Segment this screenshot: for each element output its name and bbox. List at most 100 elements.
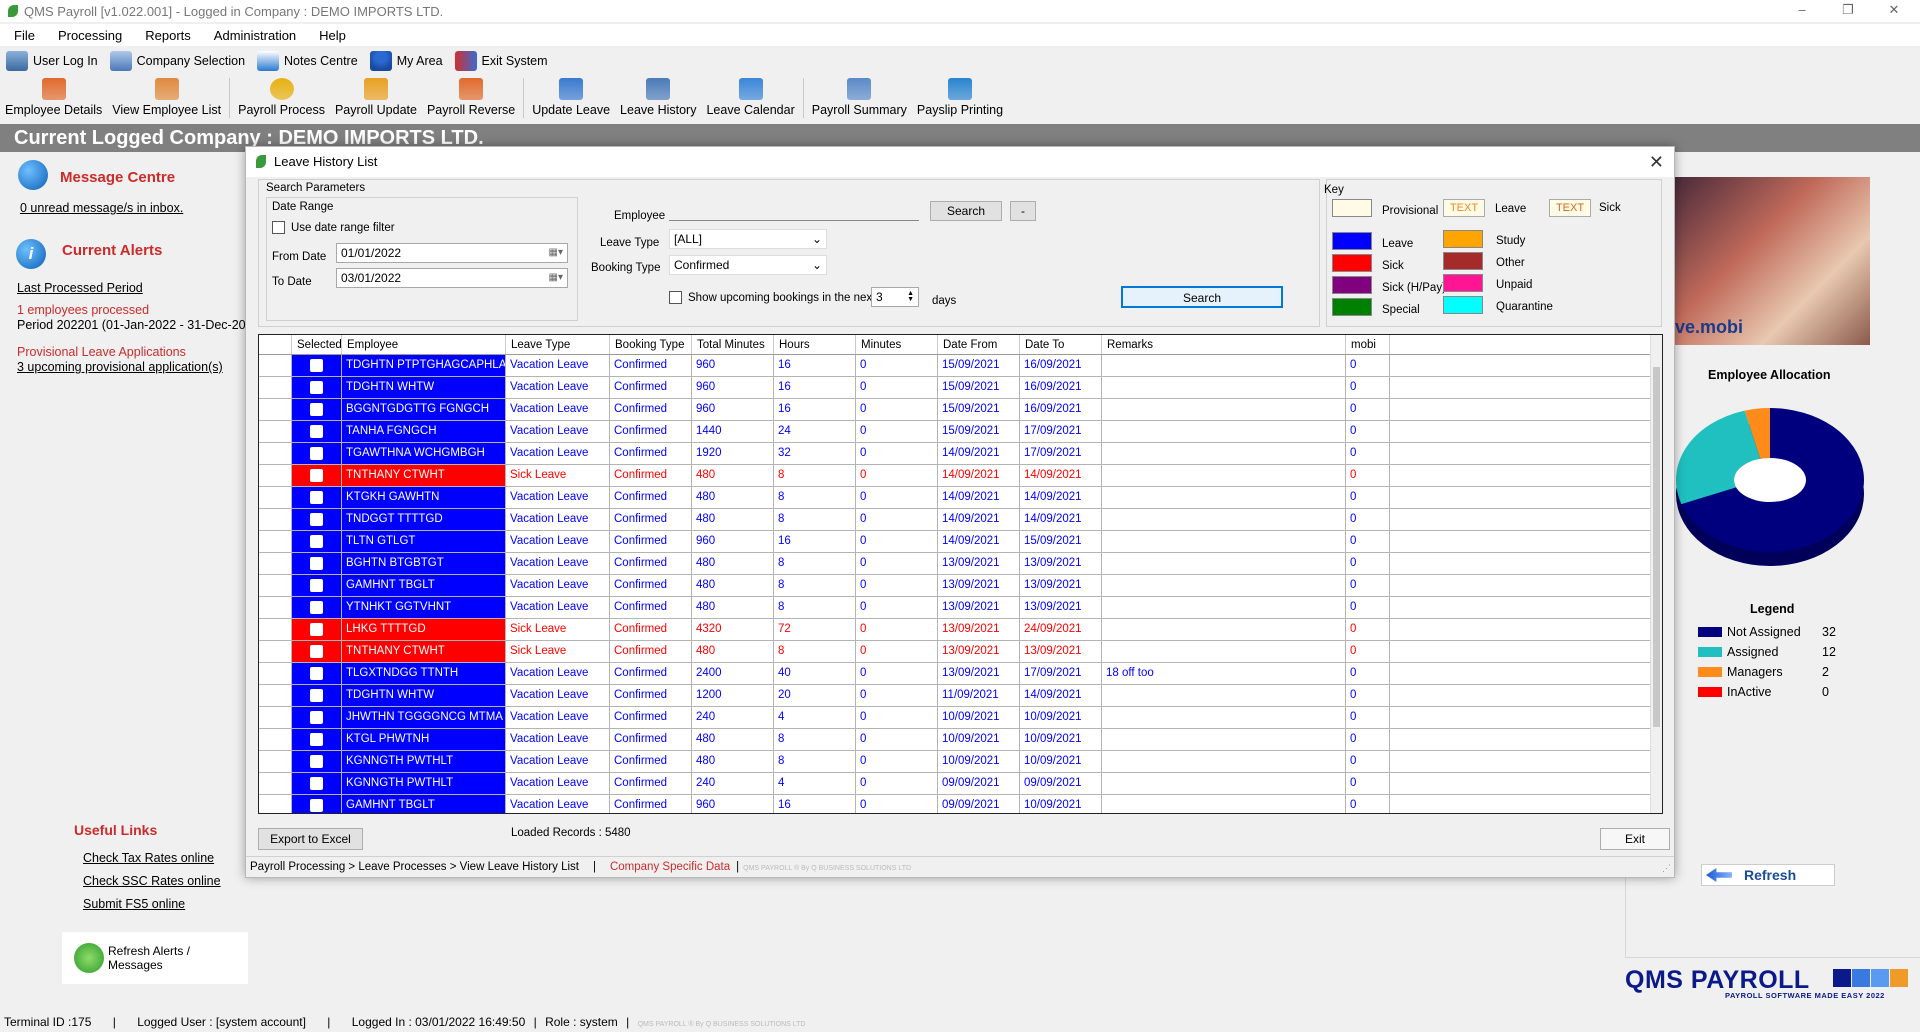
close-window-button[interactable]: ✕ — [1871, 0, 1917, 22]
from-date-picker[interactable]: 01/01/2022 ▦▾ — [336, 243, 568, 263]
view-employee-list-button[interactable]: View Employee List — [107, 76, 226, 120]
row-select-checkbox[interactable] — [310, 733, 323, 746]
row-select-checkbox[interactable] — [310, 535, 323, 548]
row-select-checkbox[interactable] — [310, 447, 323, 460]
row-header[interactable] — [259, 399, 292, 420]
column-header[interactable]: Minutes — [856, 335, 938, 354]
payslip-printing-button[interactable]: Payslip Printing — [912, 76, 1008, 120]
column-header[interactable]: mobi — [1346, 335, 1390, 354]
upcoming-bookings-checkbox[interactable] — [669, 291, 682, 304]
advertisement-image[interactable]: ve.mobi — [1675, 177, 1870, 345]
table-row[interactable]: TDGHTN PTPTGHAGCAPHLA Vacation Leave Confi… — [259, 355, 1652, 377]
table-row[interactable]: TLGXTNDGG TTNTH Vacation Leave Confirmed 24… — [259, 663, 1652, 685]
table-row[interactable]: BGHTN BTGBTGT Vacation Leave Confirmed 480 8… — [259, 553, 1652, 575]
row-header[interactable] — [259, 619, 292, 640]
table-row[interactable]: TNTHANY CTWHT Sick Leave Confirmed 480 8 0 13/… — [259, 641, 1652, 663]
row-select-checkbox[interactable] — [310, 469, 323, 482]
row-select-checkbox[interactable] — [310, 667, 323, 680]
employee-search-button[interactable]: Search — [930, 201, 1002, 221]
row-select-checkbox[interactable] — [310, 799, 323, 812]
column-header[interactable]: Booking Type — [610, 335, 692, 354]
leave-calendar-button[interactable]: Leave Calendar — [701, 76, 799, 120]
table-row[interactable]: GAMHNT TBGLT Vacation Leave Confirmed 480 8 0… — [259, 575, 1652, 597]
row-header[interactable] — [259, 355, 292, 376]
row-select-cell[interactable] — [292, 707, 342, 728]
row-select-cell[interactable] — [292, 421, 342, 442]
row-header[interactable] — [259, 553, 292, 574]
employee-details-button[interactable]: Employee Details — [0, 76, 107, 120]
row-select-cell[interactable] — [292, 751, 342, 772]
row-select-cell[interactable] — [292, 531, 342, 552]
upcoming-days-spinner[interactable]: 3 ▲ ▼ — [871, 287, 919, 307]
row-select-cell[interactable] — [292, 773, 342, 794]
row-select-cell[interactable] — [292, 619, 342, 640]
table-row[interactable]: TDGHTN WHTW Vacation Leave Confirmed 960 16 0… — [259, 377, 1652, 399]
payroll-summary-button[interactable]: Payroll Summary — [807, 76, 912, 120]
row-select-checkbox[interactable] — [310, 381, 323, 394]
row-header[interactable] — [259, 531, 292, 552]
provisional-applications-link[interactable]: 3 upcoming provisional application(s) — [17, 360, 223, 374]
row-header[interactable] — [259, 795, 292, 813]
column-header[interactable]: Remarks — [1102, 335, 1346, 354]
booking-type-select[interactable]: Confirmed ⌄ — [669, 255, 827, 275]
refresh-button[interactable]: Refresh — [1701, 864, 1835, 886]
exit-button[interactable]: Exit — [1600, 828, 1670, 850]
row-select-checkbox[interactable] — [310, 491, 323, 504]
row-select-checkbox[interactable] — [310, 425, 323, 438]
table-row[interactable]: KGNNGTH PWTHLT Vacation Leave Confirmed 480… — [259, 751, 1652, 773]
row-select-cell[interactable] — [292, 377, 342, 398]
row-select-checkbox[interactable] — [310, 403, 323, 416]
table-row[interactable]: YTNHKT GGTVHNT Vacation Leave Confirmed 480… — [259, 597, 1652, 619]
table-row[interactable]: TNDGGT TTTTGD Vacation Leave Confirmed 480 8… — [259, 509, 1652, 531]
leave-history-button[interactable]: Leave History — [615, 76, 701, 120]
row-header[interactable] — [259, 509, 292, 530]
user-login-button[interactable]: User Log In — [6, 49, 98, 73]
column-header[interactable]: Employee — [342, 335, 506, 354]
row-select-cell[interactable] — [292, 553, 342, 574]
payroll-process-button[interactable]: Payroll Process — [233, 76, 330, 120]
row-select-checkbox[interactable] — [310, 711, 323, 724]
unread-messages-link[interactable]: 0 unread message/s in inbox. — [20, 201, 183, 215]
table-row[interactable]: TDGHTN WHTW Vacation Leave Confirmed 1200 20… — [259, 685, 1652, 707]
menu-processing[interactable]: Processing — [44, 28, 131, 43]
company-selection-button[interactable]: Company Selection — [109, 49, 245, 73]
row-header[interactable] — [259, 729, 292, 750]
row-header[interactable] — [259, 641, 292, 662]
maximize-button[interactable]: ❐ — [1825, 0, 1871, 22]
column-header[interactable]: Hours — [774, 335, 856, 354]
employee-input[interactable] — [669, 201, 919, 221]
check-tax-rates-link[interactable]: Check Tax Rates online — [83, 851, 214, 865]
update-leave-button[interactable]: Update Leave — [527, 76, 615, 120]
submit-fs5-link[interactable]: Submit FS5 online — [83, 897, 185, 911]
row-select-cell[interactable] — [292, 355, 342, 376]
column-header[interactable]: Leave Type — [506, 335, 610, 354]
table-row[interactable]: TNTHANY CTWHT Sick Leave Confirmed 480 8 0 14/… — [259, 465, 1652, 487]
row-header[interactable] — [259, 377, 292, 398]
table-row[interactable]: GAMHNT TBGLT Vacation Leave Confirmed 960 16… — [259, 795, 1652, 813]
row-header[interactable] — [259, 465, 292, 486]
row-select-cell[interactable] — [292, 399, 342, 420]
table-row[interactable]: KTGKH GAWHTN Vacation Leave Confirmed 480 8 0… — [259, 487, 1652, 509]
row-select-checkbox[interactable] — [310, 645, 323, 658]
close-icon[interactable]: ✕ — [1649, 149, 1664, 175]
row-select-cell[interactable] — [292, 685, 342, 706]
row-select-checkbox[interactable] — [310, 689, 323, 702]
clear-employee-button[interactable]: - — [1010, 201, 1036, 221]
row-header[interactable] — [259, 487, 292, 508]
row-header[interactable] — [259, 751, 292, 772]
column-header[interactable]: Total Minutes — [692, 335, 774, 354]
row-header[interactable] — [259, 663, 292, 684]
my-area-button[interactable]: My Area — [369, 49, 443, 73]
menu-file[interactable]: File — [0, 28, 44, 43]
row-select-checkbox[interactable] — [310, 359, 323, 372]
row-header[interactable] — [259, 707, 292, 728]
row-select-checkbox[interactable] — [310, 777, 323, 790]
column-header[interactable]: Date To — [1020, 335, 1102, 354]
payroll-reverse-button[interactable]: Payroll Reverse — [422, 76, 520, 120]
row-header[interactable] — [259, 421, 292, 442]
table-row[interactable]: LHKG TTTTGD Sick Leave Confirmed 4320 72 0 13/… — [259, 619, 1652, 641]
menu-reports[interactable]: Reports — [131, 28, 200, 43]
to-date-picker[interactable]: 03/01/2022 ▦▾ — [336, 268, 568, 288]
payroll-update-button[interactable]: Payroll Update — [330, 76, 422, 120]
vertical-scrollbar[interactable] — [1650, 335, 1662, 813]
